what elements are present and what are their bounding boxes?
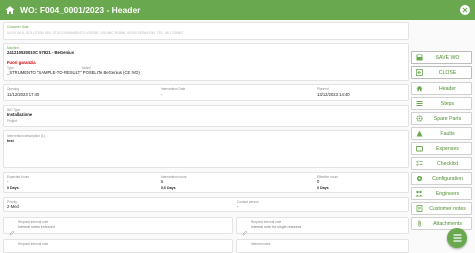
extra-right-label: Internal notes [251, 242, 271, 246]
close-button[interactable]: CLOSE [411, 66, 472, 79]
close-icon[interactable] [460, 5, 470, 15]
nav-checklist[interactable]: Checklist [411, 157, 472, 170]
contact-person-label: Contact person [237, 200, 259, 204]
wo-type-card: WO Type Installazione Project [3, 105, 409, 127]
internal-notes-placeholder: Internal notes enforced [18, 225, 55, 229]
title-bar: WO: F004_0001/2023 - Header [0, 0, 475, 20]
opening-value: 11/12/2023 17:40 [7, 92, 40, 97]
single-notes-label: Request internal note [251, 220, 282, 224]
intervention-hours-label: Intervention hours [161, 175, 187, 179]
model-label: Model [82, 66, 91, 70]
priority-card: Priority 2-Med Contact person - [3, 197, 409, 212]
note-icon [412, 205, 426, 212]
customer-card: Customer Data ULIVI SA IL SOLUTION SRL S… [3, 22, 409, 40]
expected-hours-label: Expected hours [7, 175, 30, 179]
nav-faults[interactable]: Faults [411, 127, 472, 140]
effective-hours-value: 0 [317, 179, 320, 184]
intervention-days-value: 0,6 Days [161, 186, 176, 190]
description-label: Intervention description (1) [7, 134, 45, 138]
list-icon [412, 100, 426, 107]
checklist-icon [412, 160, 426, 167]
home-icon[interactable] [3, 3, 17, 17]
save-wo-button[interactable]: SAVE WO [411, 51, 472, 64]
nav-spare-parts[interactable]: Spare Parts [411, 112, 472, 125]
people-icon [412, 190, 426, 197]
internal-notes-field[interactable]: Request internal note Internal notes enf… [3, 217, 233, 236]
opening-label: Opening [7, 87, 20, 91]
menu-fab[interactable] [447, 228, 467, 248]
project-label: Project [7, 119, 17, 123]
description-value: test [7, 139, 14, 143]
page-title: WO: F004_0001/2023 - Header [20, 5, 141, 15]
nav-customer-notes[interactable]: Customer notes [411, 202, 472, 215]
menu-icon [453, 229, 462, 247]
warning-icon [412, 130, 426, 137]
priority-value: 2-Med [7, 204, 19, 209]
extra-left-label: Request internal note [18, 242, 49, 246]
dates-card: Opening 11/12/2023 17:40 Intervention Da… [3, 84, 409, 101]
nav-header[interactable]: Header [411, 82, 472, 95]
save-icon [412, 54, 426, 61]
paperclip-icon [412, 220, 426, 227]
effective-days-value: 0 Days [317, 186, 329, 190]
expected-days-value: 0 Days [7, 186, 19, 190]
effective-hours-label: Effective hours [317, 175, 339, 179]
wo-type-value: Installazione [7, 112, 33, 117]
machine-value: 241210530010C 57821 - BeGenius [7, 50, 75, 55]
nav-steps[interactable]: Steps [411, 97, 472, 110]
home-icon [412, 85, 426, 92]
cog-icon [412, 175, 426, 182]
nav-expenses[interactable]: Expenses [411, 142, 472, 155]
nav-configuration[interactable]: Configuration [411, 172, 472, 185]
planned-label: Planned [317, 87, 329, 91]
header-form: Customer Data ULIVI SA IL SOLUTION SRL S… [3, 22, 409, 253]
exit-icon [412, 69, 426, 76]
wallet-icon [412, 145, 426, 152]
single-notes-field[interactable]: Request internal note Internal note for … [236, 217, 409, 236]
extra-notes-left[interactable]: Request internal note [3, 239, 233, 253]
single-notes-placeholder: Internal note for single resource [251, 225, 302, 229]
expected-hours-value: - [7, 179, 9, 184]
intervention-date-value: - [161, 92, 163, 97]
hours-card: Expected hours - 0 Days Intervention hou… [3, 172, 409, 193]
type-value: _STRUMENTO "SAMPLE-TO-RESULT" POSELITe B… [7, 70, 140, 75]
description-card[interactable]: Intervention description (1) test [3, 130, 409, 168]
intervention-hours-value: 5 [161, 179, 164, 184]
planned-value: 13/12/2023 14:40 [317, 92, 350, 97]
customer-label: Customer Data [7, 25, 29, 29]
intervention-date-label: Intervention Date [161, 87, 186, 91]
internal-notes-label: Request internal note [18, 220, 49, 224]
nav-engineers[interactable]: Engineers [411, 187, 472, 200]
customer-value: ULIVI SA IL SOLUTION SRL STUCCHINAMENTO … [7, 31, 184, 35]
machine-card: Machine 241210530010C 57821 - BeGenius F… [3, 43, 409, 81]
work-order-page: WO: F004_0001/2023 - Header Customer Dat… [0, 0, 475, 253]
gear-icon [412, 115, 426, 122]
extra-notes-right[interactable]: Internal notes [236, 239, 409, 253]
contact-person-value: - [237, 204, 239, 209]
warranty-status: Fuori garanzia [7, 60, 36, 65]
nav-attachments[interactable]: Attachments [411, 217, 472, 230]
